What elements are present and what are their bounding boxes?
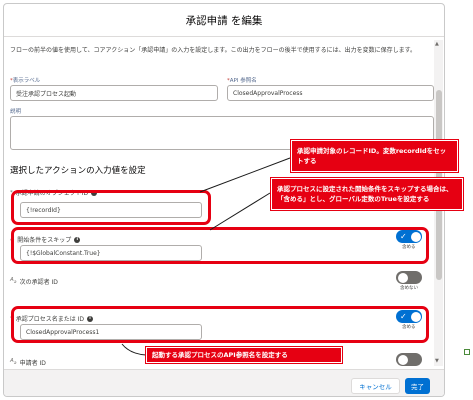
highlight-skip-entry-criteria (11, 227, 429, 264)
callout-skip-entry-criteria: 承認プロセスに設定された開始条件をスキップする場合は、「含める」とし、グローバル… (270, 177, 464, 211)
callout-approval-process-name: 起動する承認プロセスのAPI参照名を設定する (145, 346, 343, 364)
api-name-input[interactable]: ClosedApprovalProcess (227, 85, 434, 101)
input-label: Aa 申請者 ID (10, 358, 46, 367)
highlight-approval-process-name (11, 306, 429, 343)
toggle-caption: 含めない (400, 286, 418, 291)
text-type-icon: Aa (10, 358, 17, 367)
text-type-icon: Aa (10, 277, 17, 286)
next-approver-toggle[interactable] (396, 271, 422, 284)
modal-description: フローの前半の値を使用して、コアアクション「承認申請」の入力を設定します。この出… (10, 47, 417, 54)
display-label-caption: *表示ラベル (10, 78, 41, 84)
toggle-knob (397, 272, 408, 283)
corner-marker (464, 349, 470, 355)
section-title: 選択したアクションの入力値を設定 (10, 166, 146, 176)
modal-header: 承認申請 を編集 (4, 4, 444, 37)
scroll-up-icon[interactable]: ▲ (435, 41, 439, 47)
display-label-input[interactable]: 受注承認プロセス起動 (10, 85, 218, 101)
modal-title: 承認申請 を編集 (185, 14, 263, 27)
highlight-record-id (11, 190, 211, 225)
submitter-id-toggle[interactable] (396, 353, 422, 366)
scroll-down-icon[interactable]: ▼ (435, 358, 439, 364)
done-button[interactable]: 完了 (405, 378, 430, 394)
description-caption: 説明 (10, 109, 22, 115)
cancel-button[interactable]: キャンセル (351, 378, 400, 394)
input-label: Aa 次の承認者 ID (10, 277, 58, 286)
modal-footer: キャンセル 完了 (4, 369, 444, 396)
api-name-caption: *API 参照名 (227, 78, 257, 84)
toggle-knob (397, 354, 408, 365)
callout-record-id: 承認申請対象のレコードID。変数recordIdをセットする (290, 139, 459, 173)
